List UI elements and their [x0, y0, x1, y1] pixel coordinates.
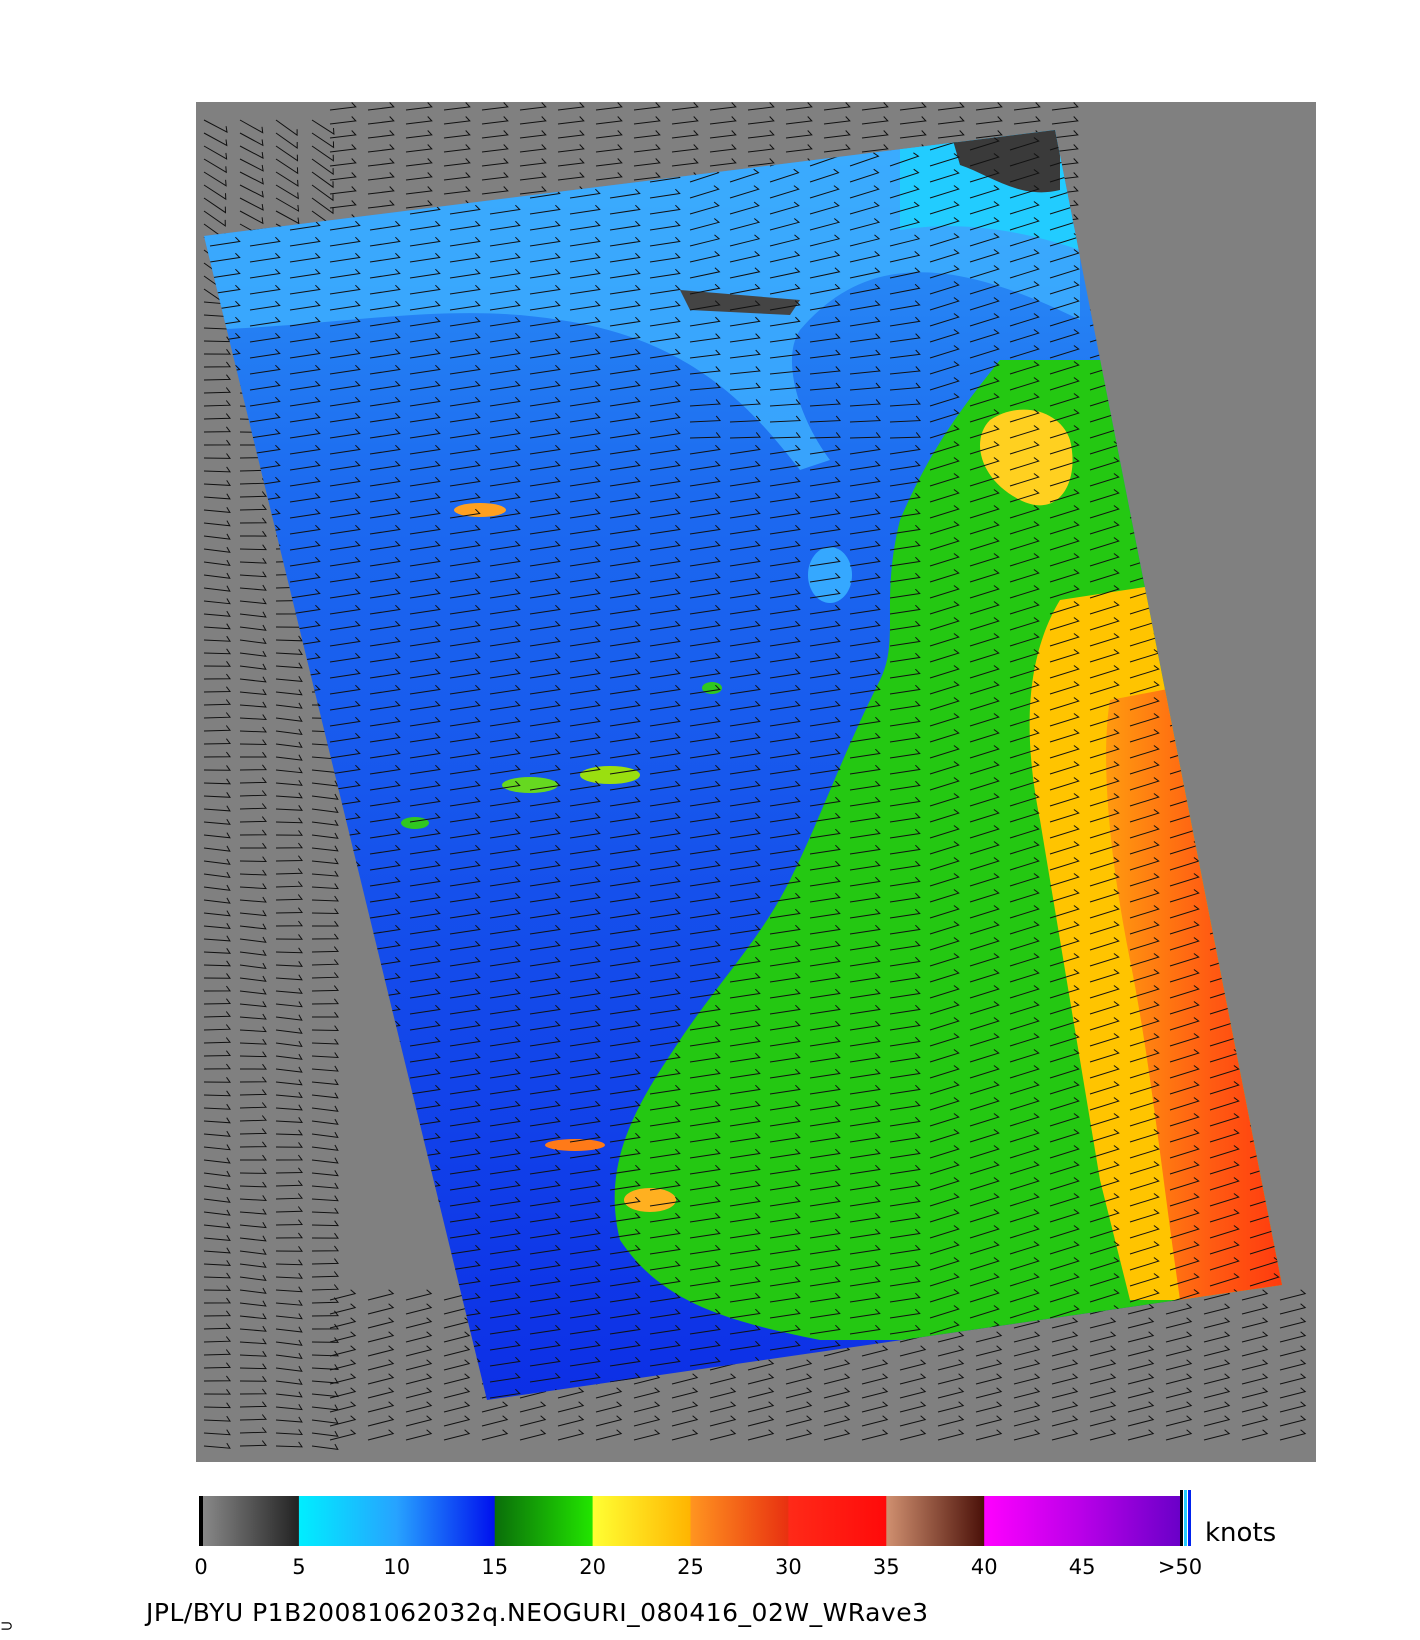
colorbar-tick-label: 45	[1069, 1555, 1096, 1579]
colorbar-segment	[201, 1496, 300, 1546]
colorbar-tick-label: 35	[873, 1555, 900, 1579]
colorbar-tick-label: 0	[194, 1555, 207, 1579]
colorbar-tick-label: 30	[775, 1555, 802, 1579]
colorbar-left-cap	[199, 1496, 203, 1546]
corner-mark-icon: ⊃	[0, 1616, 14, 1635]
colorbar-tick-label: 15	[481, 1555, 508, 1579]
colorbar-end-stripe	[1180, 1490, 1183, 1546]
wind-patch	[401, 817, 429, 829]
colorbar-segment	[788, 1496, 887, 1546]
colorbar-segment	[1082, 1496, 1181, 1546]
colorbar-tick-label: 40	[971, 1555, 998, 1579]
color-bar: 0 5 10 15 20 25 30 35 40 45 >50	[194, 1490, 1202, 1579]
colorbar-tick-label: 10	[383, 1555, 410, 1579]
colorbar-unit-label: knots	[1205, 1518, 1276, 1548]
wind-patch	[580, 766, 640, 784]
colorbar-segment	[494, 1496, 594, 1546]
colorbar-segment	[592, 1496, 691, 1546]
colorbar-segment	[690, 1496, 789, 1546]
colorbar-tick-label: 20	[579, 1555, 606, 1579]
colorbar-end-stripe	[1188, 1490, 1191, 1546]
scatterometer-wind-map: 0 5 10 15 20 25 30 35 40 45 >50 knots	[194, 102, 1316, 1579]
colorbar-end-stripe	[1184, 1490, 1187, 1546]
colorbar-tick-label: >50	[1158, 1555, 1202, 1579]
colorbar-tick-label: 5	[292, 1555, 305, 1579]
wind-patch	[454, 503, 506, 517]
colorbar-segment	[298, 1496, 398, 1546]
image-caption: JPL/BYU P1B20081062032q.NEOGURI_080416_0…	[146, 1598, 929, 1627]
colorbar-segment	[984, 1496, 1083, 1546]
colorbar-segment	[396, 1496, 496, 1546]
colorbar-segment	[886, 1496, 985, 1546]
wind-patch	[624, 1188, 676, 1212]
wind-patch	[502, 777, 558, 793]
colorbar-tick-label: 25	[677, 1555, 704, 1579]
